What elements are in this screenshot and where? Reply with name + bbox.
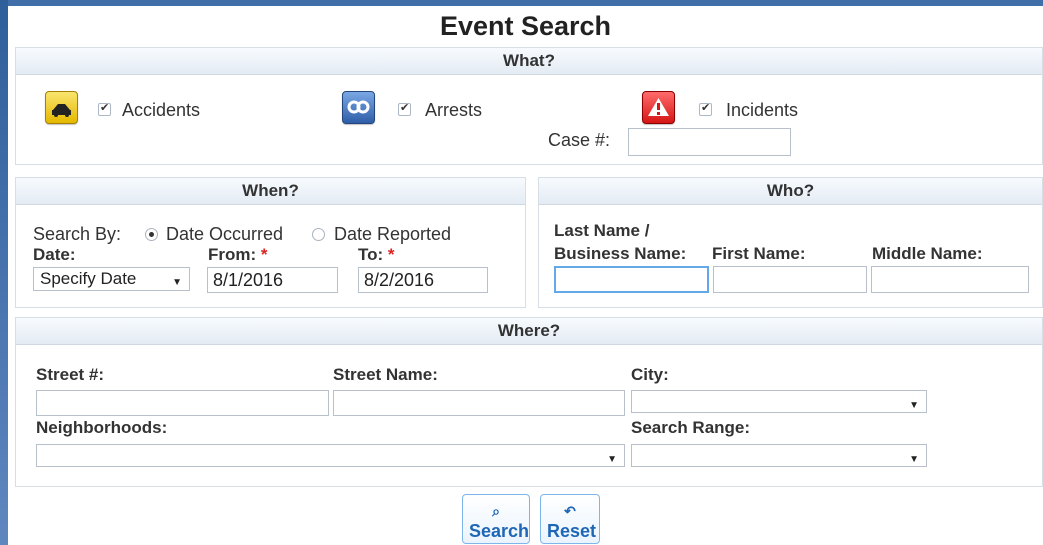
last-name-label-line-2: Business Name:	[554, 244, 687, 263]
neighborhoods-select[interactable]	[36, 444, 625, 470]
search-range-label: Search Range:	[631, 418, 751, 437]
last-name-label-line-1: Last Name /	[554, 221, 650, 240]
street-number-label: Street #:	[36, 365, 105, 384]
car-crash-icon	[45, 91, 78, 124]
from-label-text: From:	[208, 245, 257, 264]
first-name-label: First Name:	[712, 244, 806, 263]
accidents-checkbox[interactable]	[98, 101, 111, 116]
reset-button-label: Reset	[547, 520, 597, 541]
last-name-input[interactable]	[554, 266, 709, 293]
search-button-label: Search	[469, 520, 530, 541]
date-reported-radio[interactable]	[312, 228, 325, 241]
where-panel-header: Where?	[16, 318, 1042, 345]
middle-name-input[interactable]	[871, 266, 1029, 293]
magnifier-icon: ⌕	[492, 502, 500, 519]
when-panel: When? Search By: Date Occurred Date Repo…	[15, 177, 526, 308]
when-panel-header: When?	[16, 178, 525, 205]
search-range-select[interactable]	[631, 444, 927, 470]
handcuffs-icon	[342, 91, 375, 124]
city-label: City:	[631, 365, 669, 384]
warning-icon	[642, 91, 675, 124]
city-select[interactable]	[631, 390, 927, 416]
page-title: Event Search	[439, 11, 612, 41]
accidents-label: Accidents	[122, 100, 201, 120]
undo-icon: ↶	[564, 502, 576, 519]
left-window-border	[0, 0, 8, 545]
incidents-checkbox[interactable]	[699, 101, 712, 116]
to-date-input[interactable]	[358, 267, 488, 293]
what-panel: What? Accidents Arrests Incidents Case #…	[15, 47, 1043, 165]
from-required-mark: *	[260, 245, 268, 264]
case-number-input[interactable]	[628, 128, 791, 156]
to-required-mark: *	[387, 245, 395, 264]
date-mode-select[interactable]: Specify Date	[33, 267, 190, 293]
reset-button[interactable]: ↶ Reset	[540, 494, 600, 544]
search-button[interactable]: ⌕ Search	[462, 494, 530, 544]
case-number-label: Case #:	[548, 130, 611, 150]
street-name-input[interactable]	[333, 390, 625, 416]
date-occurred-radio[interactable]	[145, 228, 158, 241]
middle-name-label: Middle Name:	[872, 244, 983, 263]
to-label-text: To:	[358, 245, 384, 264]
arrests-checkbox[interactable]	[398, 101, 411, 116]
incidents-label: Incidents	[726, 100, 799, 120]
first-name-input[interactable]	[713, 266, 867, 293]
from-date-input[interactable]	[207, 267, 338, 293]
to-label: To: *	[358, 245, 395, 265]
date-reported-label: Date Reported	[334, 224, 452, 244]
who-panel: Who? Last Name / Business Name: First Na…	[538, 177, 1043, 308]
search-by-label: Search By:	[33, 224, 122, 244]
neighborhoods-label: Neighborhoods:	[36, 418, 168, 437]
who-panel-header: Who?	[539, 178, 1042, 205]
date-occurred-label: Date Occurred	[166, 224, 284, 244]
arrests-label: Arrests	[425, 100, 483, 120]
street-name-label: Street Name:	[333, 365, 438, 384]
what-panel-header: What?	[16, 48, 1042, 75]
street-number-input[interactable]	[36, 390, 329, 416]
date-label: Date:	[33, 245, 76, 264]
where-panel: Where? Street #: Street Name: City: Neig…	[15, 317, 1043, 487]
from-label: From: *	[208, 245, 268, 265]
